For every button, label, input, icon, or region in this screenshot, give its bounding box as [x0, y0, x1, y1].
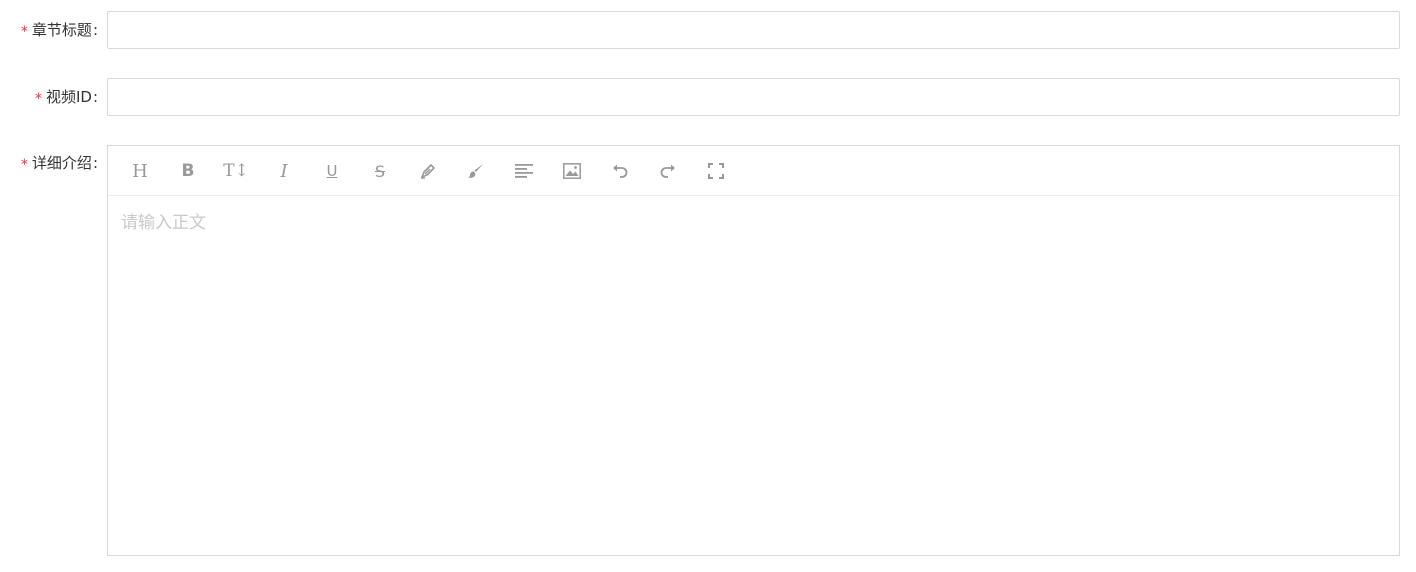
font-size-button[interactable]: T↕ — [222, 158, 250, 184]
required-mark: * — [34, 91, 42, 107]
required-mark: * — [20, 24, 28, 40]
label-colon: : — [92, 21, 98, 39]
title-label: * 章节标题: — [21, 11, 98, 49]
video-label-text: 视频ID — [45, 88, 92, 106]
fullscreen-button[interactable] — [702, 158, 730, 184]
label-colon: : — [92, 154, 98, 172]
pen-icon — [421, 164, 435, 179]
title-row: * 章节标题: — [0, 11, 1416, 49]
redo-icon — [660, 164, 675, 178]
required-mark: * — [20, 157, 28, 173]
undo-button[interactable] — [606, 158, 634, 184]
editor-content-area[interactable] — [108, 196, 1399, 555]
align-button[interactable] — [510, 158, 538, 184]
video-id-input[interactable] — [107, 78, 1400, 116]
title-label-text: 章节标题 — [31, 21, 92, 39]
rich-text-editor: H B T↕ I U S 请输入正文 — [107, 145, 1400, 556]
strikethrough-icon: S — [374, 161, 386, 181]
italic-button[interactable]: I — [270, 158, 298, 184]
strikethrough-button[interactable]: S — [366, 158, 394, 184]
bold-icon: B — [181, 161, 195, 181]
description-row: * 详细介绍: H B T↕ I U S 请输入正文 — [0, 145, 1416, 556]
label-colon: : — [92, 88, 98, 106]
heading-button[interactable]: H — [126, 158, 154, 184]
heading-icon: H — [132, 160, 148, 182]
undo-icon — [613, 164, 628, 178]
font-size-icon: T↕ — [223, 161, 249, 181]
align-left-icon — [515, 164, 533, 178]
underline-button[interactable]: U — [318, 158, 346, 184]
italic-icon: I — [280, 160, 288, 182]
editor-toolbar: H B T↕ I U S — [108, 146, 1399, 196]
image-button[interactable] — [558, 158, 586, 184]
brush-icon — [468, 164, 483, 178]
bold-button[interactable]: B — [174, 158, 202, 184]
description-label: * 详细介绍: — [21, 145, 98, 183]
brush-button[interactable] — [462, 158, 490, 184]
image-icon — [563, 163, 581, 179]
pen-button[interactable] — [414, 158, 442, 184]
chapter-form: * 章节标题: * 视频ID: * 详细介绍: H B T↕ I U S 请输入… — [0, 0, 1416, 572]
underline-icon: U — [326, 162, 338, 180]
video-label: * 视频ID: — [35, 78, 98, 116]
redo-button[interactable] — [654, 158, 682, 184]
description-label-text: 详细介绍 — [31, 154, 92, 172]
fullscreen-icon — [708, 163, 724, 179]
video-row: * 视频ID: — [0, 78, 1416, 116]
chapter-title-input[interactable] — [107, 11, 1400, 49]
